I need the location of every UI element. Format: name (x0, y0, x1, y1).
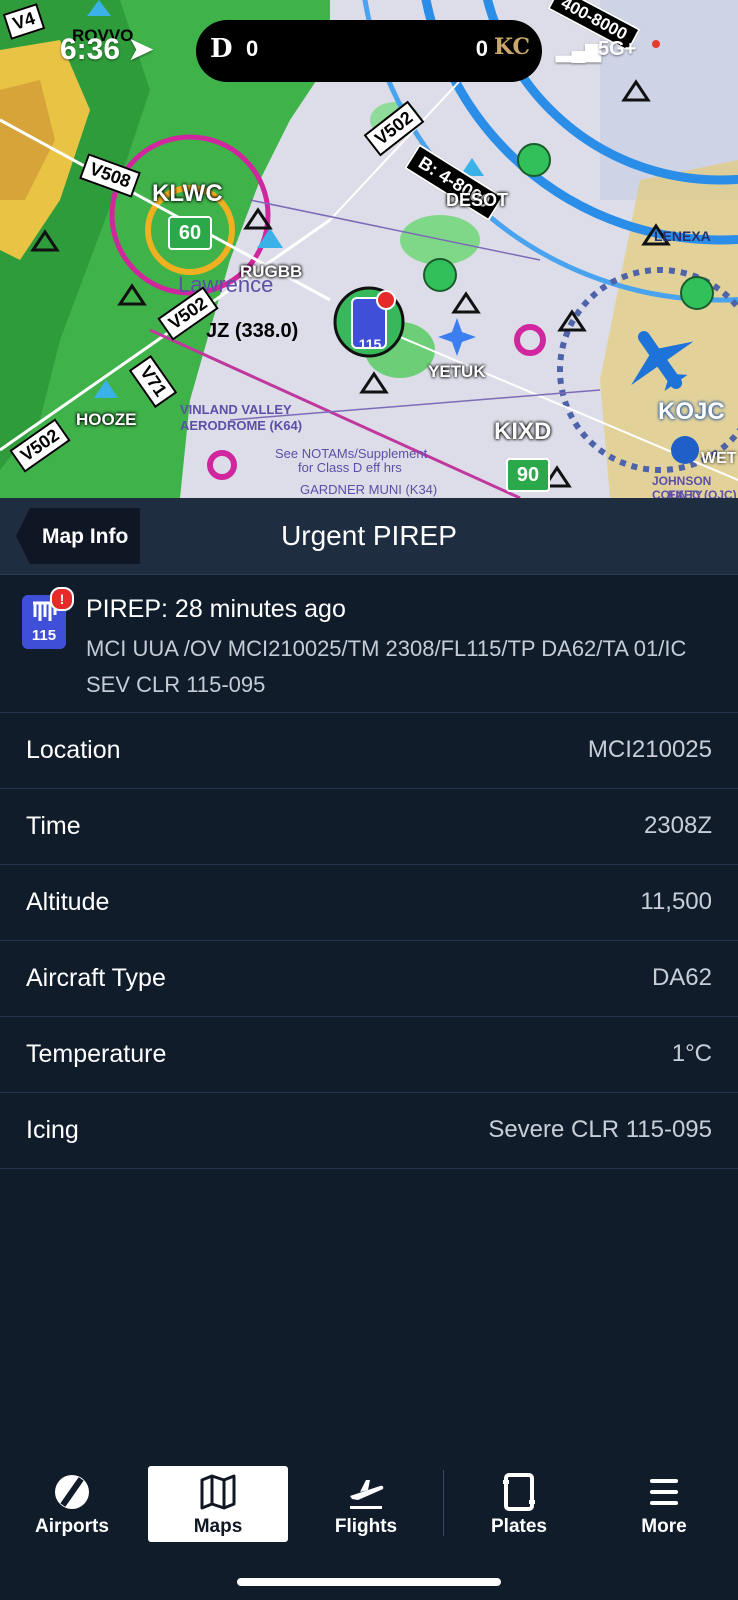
sectional-map[interactable]: V4 ROVVO V508 KLWC 60 Lawrence RUGBB V50… (0, 0, 738, 498)
tab-label: Flights (334, 1516, 398, 1537)
detail-row-icing: Icing Severe CLR 115-095 (0, 1092, 738, 1169)
team-logo-right: KC (493, 34, 530, 60)
page-title: Urgent PIREP (281, 520, 457, 551)
airport-label-kojc[interactable]: KOJC (658, 398, 725, 426)
notam-note-2: for Class D eff hrs (298, 460, 402, 475)
waypoint-label-rugbb: RUGBB (240, 262, 303, 281)
tab-label: Plates (491, 1516, 547, 1537)
pirep-icon: 115 ! (22, 587, 74, 649)
tab-label: Maps (193, 1516, 243, 1537)
recording-dot-icon (652, 40, 660, 48)
detail-row-aircraft-type: Aircraft Type DA62 (0, 940, 738, 1016)
panel-header: Map Info Urgent PIREP (0, 498, 738, 575)
detail-value: 1°C (671, 1040, 712, 1067)
pirep-icon-number: 115 (31, 627, 57, 644)
airport-badge-klwc[interactable]: 60 (168, 216, 212, 250)
city-label-lenexa: LENEXA (654, 228, 711, 244)
score-right: 0 (475, 36, 488, 61)
status-bar: 6:36 ➤ D 0 0 KC ▂▄▆ 5G+ (0, 0, 738, 90)
pirep-title: PIREP: 28 minutes ago (86, 595, 346, 623)
detail-label: Icing (26, 1116, 79, 1144)
tab-label: Airports (35, 1516, 109, 1537)
score-left: 0 (246, 36, 259, 61)
detail-row-location: Location MCI210025 (0, 712, 738, 788)
airports-icon (55, 1475, 89, 1509)
airport-badge-kixd[interactable]: 90 (506, 458, 550, 492)
detail-value: DA62 (651, 964, 712, 991)
notam-note: See NOTAMs/Supplement (275, 446, 428, 461)
detail-value: 2308Z (643, 812, 712, 839)
waypoint-label-desot: DESOT (446, 190, 509, 210)
pirep-raw-text: MCI UUA /OV MCI210025/TM 2308/FL115/TP D… (86, 636, 687, 697)
detail-value: MCI210025 (587, 736, 712, 763)
menu-icon (650, 1479, 678, 1505)
pirep-summary: 115 ! PIREP: 28 minutes ago MCI UUA /OV … (0, 575, 738, 711)
detail-label: Location (26, 736, 121, 764)
tab-airports[interactable]: Airports (2, 1466, 142, 1542)
tab-flights[interactable]: Flights (296, 1466, 436, 1542)
detail-label: Altitude (26, 888, 110, 916)
airport-label-kixd[interactable]: KIXD (494, 418, 551, 446)
detail-row-altitude: Altitude 11,500 (0, 864, 738, 940)
clock: 6:36 ➤ (60, 33, 154, 66)
location-arrow-icon: ➤ (128, 33, 154, 66)
detail-value: Severe CLR 115-095 (488, 1116, 712, 1143)
pirep-details-list: Location MCI210025 Time 2308Z Altitude 1… (0, 712, 738, 1169)
airport-name-vinland: VINLAND VALLEY (180, 402, 292, 417)
detail-label: Temperature (26, 1040, 167, 1068)
airport-name-aerodrome: AERODROME (K64) (180, 418, 303, 433)
home-indicator[interactable] (237, 1578, 501, 1586)
airport-label-klwc[interactable]: KLWC (152, 180, 223, 208)
detail-row-time: Time 2308Z (0, 788, 738, 864)
detail-label: Time (26, 812, 81, 840)
tab-maps[interactable]: Maps (148, 1466, 288, 1542)
waypoint-label-yetuk: YETUK (428, 362, 486, 381)
network-label: 5G+ (598, 38, 637, 60)
dynamic-island-scoreboard[interactable]: D 0 0 KC (196, 20, 542, 82)
map-icon (200, 1474, 236, 1510)
tab-plates[interactable]: Plates (449, 1466, 589, 1542)
ndb-label-jz: JZ (338.0) (206, 320, 299, 342)
tab-divider (443, 1470, 444, 1536)
detail-value: 11,500 (640, 888, 712, 915)
bottom-tab-bar: Airports Maps Flights Plates More (0, 1440, 738, 1600)
urgent-badge: ! (50, 587, 74, 611)
airport-name-exec: EXEC (OJC) (668, 488, 737, 498)
detail-row-temperature: Temperature 1°C (0, 1016, 738, 1092)
team-logo-left: D (210, 34, 233, 64)
tab-label: More (641, 1516, 687, 1537)
plane-takeoff-icon (350, 1480, 384, 1509)
waypoint-label-hooze: HOOZE (76, 410, 137, 429)
pirep-map-marker[interactable]: 115 (353, 336, 387, 352)
tab-more[interactable]: More (594, 1466, 734, 1542)
waypoint-label-wet: WET (701, 450, 737, 467)
signal-icon: ▂▄▆ (556, 40, 601, 62)
plates-icon (503, 1473, 535, 1511)
detail-label: Aircraft Type (26, 964, 166, 992)
airport-name-gardner: GARDNER MUNI (K34) (300, 482, 438, 497)
